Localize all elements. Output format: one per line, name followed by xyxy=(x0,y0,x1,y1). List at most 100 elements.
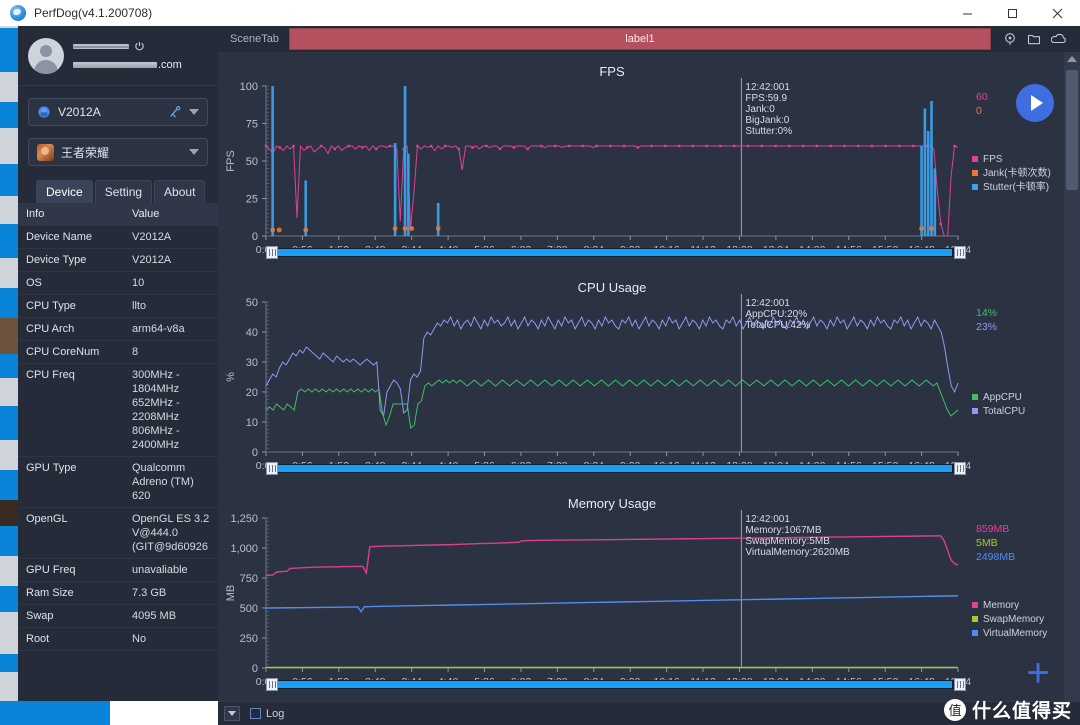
table-row: CPU Arch arm64-v8a xyxy=(18,318,218,341)
info-value: 4095 MB xyxy=(132,610,177,622)
y-tick-label: 50 xyxy=(246,156,258,168)
info-key: Swap xyxy=(26,610,54,622)
info-key: OS xyxy=(26,277,42,289)
chart-0: FPSFPS02550751000:000:561:522:483:444:40… xyxy=(225,64,1051,256)
axis-label-y: % xyxy=(225,372,237,382)
app-select-value: 王者荣耀 xyxy=(61,145,110,160)
legend-label: AppCPU xyxy=(983,392,1022,403)
scroll-up-icon[interactable] xyxy=(1067,56,1077,62)
chart-2: Memory UsageMB02505007501,0001,2500:000:… xyxy=(225,496,1047,688)
info-key: CPU Arch xyxy=(26,323,75,335)
info-key: Ram Size xyxy=(26,587,74,599)
timeline-fill xyxy=(276,681,952,688)
timeline-handle-left[interactable] xyxy=(266,246,278,259)
column-header-value: Value xyxy=(124,203,218,226)
info-value: 300MHz - 1804MHz 652MHz - 2208MHz 806MHz -… xyxy=(132,369,180,451)
series-end-value: 5MB xyxy=(976,537,998,549)
timeline-scrubber[interactable] xyxy=(266,678,966,691)
cursor-annotation-time: 12:42:001 xyxy=(745,82,790,93)
scrollbar-thumb[interactable] xyxy=(1066,70,1078,190)
y-tick-label: 1,250 xyxy=(230,513,258,525)
scene-tab-label[interactable]: SceneTab xyxy=(224,33,285,45)
y-tick-label: 25 xyxy=(246,194,258,206)
account-email-suffix: .com xyxy=(158,58,182,71)
charts-scrollbar[interactable] xyxy=(1064,52,1080,707)
chevron-down-icon[interactable] xyxy=(189,149,199,155)
timeline-scrubber[interactable] xyxy=(266,462,966,475)
timeline-handle-right[interactable] xyxy=(954,246,966,259)
maximize-button[interactable] xyxy=(990,0,1035,26)
timeline-handle-left[interactable] xyxy=(266,462,278,475)
cursor-annotation-line: AppCPU:20% xyxy=(745,309,807,320)
info-value: arm64-v8a xyxy=(132,323,185,335)
cursor-annotation-line: SwapMemory:5MB xyxy=(745,536,830,547)
tab-setting[interactable]: Setting xyxy=(94,180,153,203)
scene-banner[interactable]: label1 xyxy=(288,28,991,50)
table-row: GPU Type Qualcomm Adreno (TM) 620 xyxy=(18,457,218,508)
tab-about[interactable]: About xyxy=(154,180,206,203)
series-end-value: 0 xyxy=(976,105,982,117)
timeline-handle-right[interactable] xyxy=(954,462,966,475)
app-select[interactable]: 王者荣耀 xyxy=(28,138,208,166)
legend-label: Memory xyxy=(983,600,1019,611)
y-tick-label: 250 xyxy=(240,633,258,645)
table-row: OS 10 xyxy=(18,272,218,295)
chart-title: CPU Usage xyxy=(578,280,647,295)
cursor-annotation-line: TotalCPU:42% xyxy=(745,320,810,331)
series-VirtualMemory xyxy=(266,595,959,613)
window-controls xyxy=(945,0,1080,26)
legend-label: VirtualMemory xyxy=(983,628,1047,639)
minimize-button[interactable] xyxy=(945,0,990,26)
cursor-annotation-time: 12:42:001 xyxy=(745,514,790,525)
table-row: CPU CoreNum 8 xyxy=(18,341,218,364)
y-tick-label: 30 xyxy=(246,357,258,369)
timeline-handle-right[interactable] xyxy=(954,678,966,691)
account-name-redacted xyxy=(73,43,129,49)
folder-icon[interactable] xyxy=(1027,32,1041,46)
info-value: V2012A xyxy=(132,231,172,243)
series-end-value: 60 xyxy=(976,91,988,103)
watermark: 值 什么值得买 xyxy=(943,696,1072,723)
y-tick-label: 1,000 xyxy=(230,543,258,555)
info-value: unavaliable xyxy=(132,564,188,576)
usb-icon[interactable] xyxy=(168,105,183,120)
options-dropdown-button[interactable] xyxy=(224,706,240,721)
y-tick-label: 0 xyxy=(252,663,258,675)
timeline-handle-left[interactable] xyxy=(266,678,278,691)
account-panel: .com xyxy=(18,26,218,86)
sidebar: .com V2012A 王者荣耀 Device Setting About In… xyxy=(18,26,218,725)
cursor-annotation-line: VirtualMemory:2620MB xyxy=(745,547,850,558)
background-window-strip xyxy=(0,0,18,725)
app-logo-icon xyxy=(10,5,26,21)
avatar xyxy=(28,37,64,74)
log-checkbox[interactable] xyxy=(250,708,261,719)
series-TotalCPU xyxy=(265,315,959,418)
info-value: Qualcomm Adreno (TM) 620 xyxy=(132,462,194,502)
cloud-icon[interactable] xyxy=(1051,32,1066,46)
cursor-annotation-line: Memory:1067MB xyxy=(745,525,821,536)
add-chart-button[interactable]: + xyxy=(1020,653,1056,693)
chevron-down-icon[interactable] xyxy=(189,109,199,115)
y-tick-label: 500 xyxy=(240,603,258,615)
cursor-annotation-line: BigJank:0 xyxy=(745,115,789,126)
scene-bar: SceneTab label1 xyxy=(218,26,1080,52)
info-value: No xyxy=(132,633,147,645)
close-button[interactable] xyxy=(1035,0,1080,26)
play-icon xyxy=(1031,95,1043,111)
location-icon[interactable] xyxy=(1003,32,1017,46)
taskbar-fragment xyxy=(0,701,218,725)
y-tick-label: 750 xyxy=(240,573,258,585)
table-row: CPU Type llto xyxy=(18,295,218,318)
bottom-bar: Log 值 什么值得买 xyxy=(218,698,1080,725)
timeline-scrubber[interactable] xyxy=(266,246,966,259)
legend-label: Stutter(卡顿率) xyxy=(983,180,1049,193)
start-record-button[interactable] xyxy=(1016,84,1054,122)
tab-device[interactable]: Device xyxy=(36,180,93,203)
log-label: Log xyxy=(266,707,285,720)
legend-label: SwapMemory xyxy=(983,614,1044,625)
title-bar: PerfDog(v4.1.200708) xyxy=(0,0,1080,27)
y-tick-label: 40 xyxy=(246,327,258,339)
device-select[interactable]: V2012A xyxy=(28,98,208,126)
power-icon[interactable] xyxy=(134,41,145,52)
y-tick-label: 0 xyxy=(252,447,258,459)
